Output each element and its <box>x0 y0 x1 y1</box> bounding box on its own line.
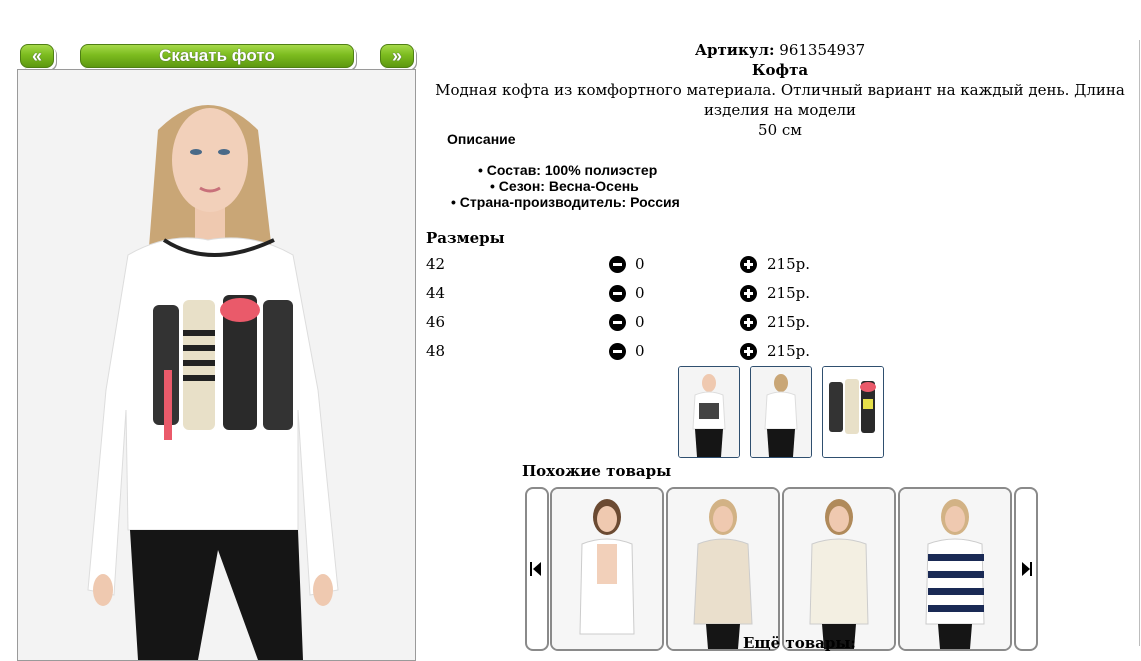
next-photo-button[interactable]: » <box>380 44 414 68</box>
product-info: Артикул: 961354937 Кофта Модная кофта из… <box>420 40 1140 140</box>
plus-circle-icon[interactable] <box>740 285 757 302</box>
plus-circle-icon[interactable] <box>740 256 757 273</box>
size-row: 44 0 215р. <box>426 284 826 306</box>
quantity-value: 0 <box>635 313 645 331</box>
similar-product-image <box>784 489 894 649</box>
similar-product-card[interactable] <box>782 487 896 651</box>
size-label: 48 <box>426 342 446 360</box>
photo-thumbnail-front[interactable] <box>678 366 740 458</box>
size-label: 44 <box>426 284 446 302</box>
price-value: 215р. <box>767 255 811 273</box>
more-products-title: Ещё товары: <box>743 634 856 652</box>
product-description-line-2: 50 см <box>758 121 802 139</box>
quantity-value: 0 <box>635 284 645 302</box>
minus-circle-icon[interactable] <box>609 314 626 331</box>
similar-product-image <box>900 489 1010 649</box>
size-label: 46 <box>426 313 446 331</box>
feature-composition: • Состав: 100% полиэстер <box>478 162 658 178</box>
skip-previous-icon <box>530 562 532 576</box>
size-row: 42 0 215р. <box>426 255 826 277</box>
description-title: Описание <box>447 131 516 147</box>
similar-products-title: Похожие товары <box>522 462 672 480</box>
feature-country: • Страна-производитель: Россия <box>451 194 680 210</box>
size-row: 46 0 215р. <box>426 313 826 335</box>
thumbnail-image <box>823 367 883 457</box>
main-product-photo[interactable] <box>17 69 416 661</box>
similar-product-card[interactable] <box>550 487 664 651</box>
price-value: 215р. <box>767 313 811 331</box>
photo-thumbnail-print[interactable] <box>822 366 884 458</box>
skip-next-icon <box>1022 562 1030 576</box>
feature-season: • Сезон: Весна-Осень <box>490 178 639 194</box>
article-label: Артикул: <box>694 41 775 59</box>
plus-circle-icon[interactable] <box>740 314 757 331</box>
similar-product-card[interactable] <box>898 487 1012 651</box>
quantity-value: 0 <box>635 255 645 273</box>
plus-circle-icon[interactable] <box>740 343 757 360</box>
similar-prev-button[interactable] <box>525 487 549 651</box>
similar-product-image <box>552 489 662 649</box>
minus-circle-icon[interactable] <box>609 256 626 273</box>
article-value: 961354937 <box>779 41 866 59</box>
product-description-line-1: Модная кофта из комфортного материала. О… <box>435 81 1125 119</box>
price-value: 215р. <box>767 342 811 360</box>
sizes-title: Размеры <box>426 229 505 247</box>
quantity-value: 0 <box>635 342 645 360</box>
download-photo-button[interactable]: Скачать фото <box>80 44 354 68</box>
model-photo-illustration <box>18 70 415 660</box>
size-row: 48 0 215р. <box>426 342 826 364</box>
similar-next-button[interactable] <box>1014 487 1038 651</box>
price-value: 215р. <box>767 284 811 302</box>
similar-product-image <box>668 489 778 649</box>
minus-circle-icon[interactable] <box>609 285 626 302</box>
prev-photo-button[interactable]: « <box>20 44 54 68</box>
thumbnail-image <box>751 367 811 457</box>
photo-thumbnail-back[interactable] <box>750 366 812 458</box>
size-label: 42 <box>426 255 446 273</box>
minus-circle-icon[interactable] <box>609 343 626 360</box>
thumbnail-image <box>679 367 739 457</box>
similar-product-card[interactable] <box>666 487 780 651</box>
product-name: Кофта <box>751 61 809 79</box>
